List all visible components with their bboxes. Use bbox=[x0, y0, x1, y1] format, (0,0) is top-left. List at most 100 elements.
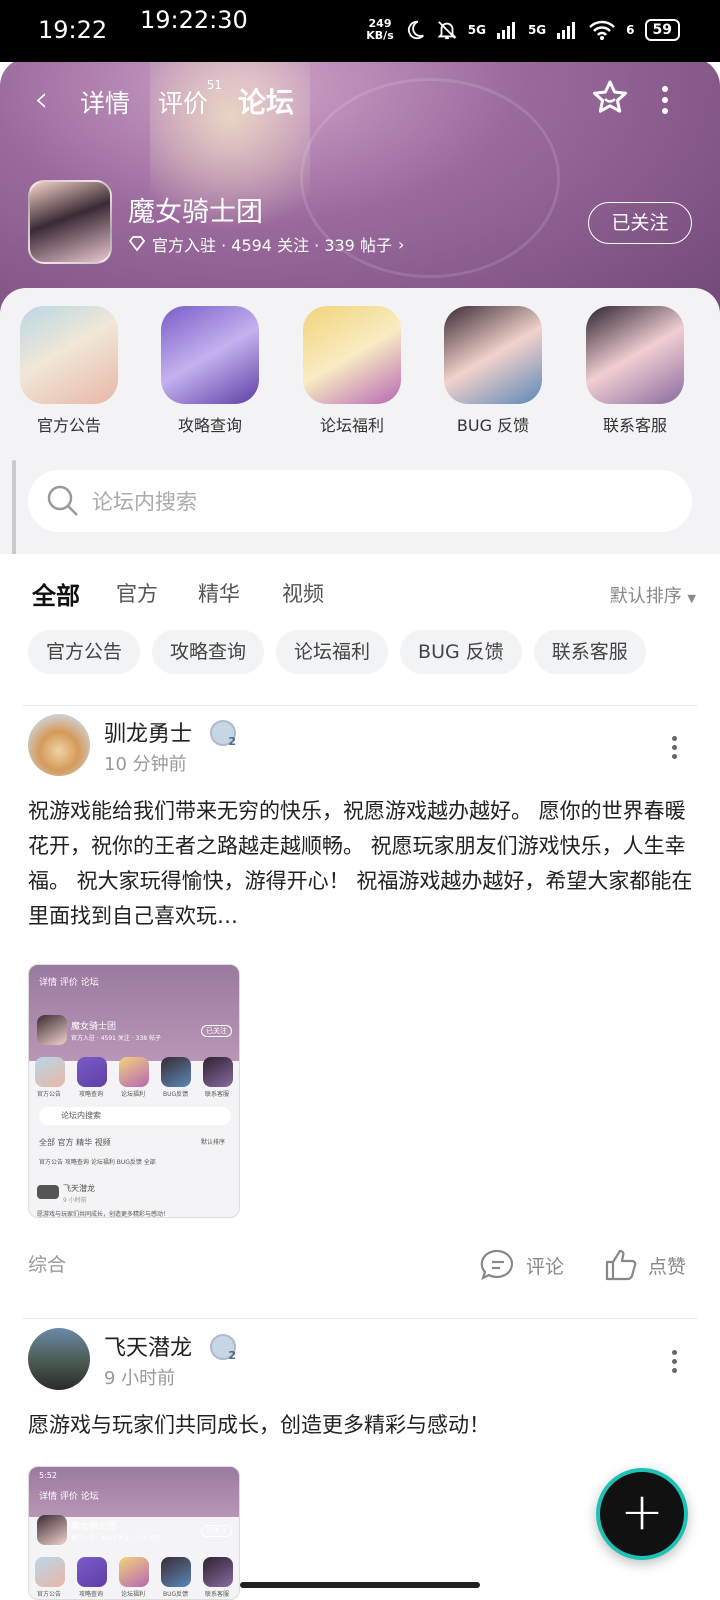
filter-tab-featured[interactable]: 精华 bbox=[198, 578, 240, 608]
thumb-ftabs: 全部 官方 精华 视频 bbox=[39, 1138, 111, 1147]
category-avatar bbox=[161, 306, 259, 404]
category-bug-report[interactable]: BUG 反馈 bbox=[438, 306, 548, 436]
post-list-area: 全部 官方 精华 视频 默认排序 ▼ 官方公告 攻略查询 论坛福利 BUG 反馈… bbox=[0, 554, 720, 1600]
thumb-cat-label: 联系客服 bbox=[205, 1591, 230, 1598]
divider bbox=[22, 1318, 698, 1319]
thumb-user: 飞天潜龙 bbox=[63, 1184, 95, 1193]
chip-customer-service[interactable]: 联系客服 bbox=[533, 630, 646, 674]
thumb-time: 9 小时前 bbox=[63, 1197, 87, 1204]
forum-search-input[interactable]: 论坛内搜索 bbox=[28, 470, 692, 532]
category-avatar bbox=[586, 306, 684, 404]
plus-icon: + bbox=[620, 1482, 664, 1542]
category-official-notice[interactable]: 官方公告 bbox=[14, 306, 124, 436]
reviews-count-badge: 51 bbox=[206, 78, 223, 92]
thumb-cat-icon bbox=[77, 1057, 107, 1087]
moon-icon bbox=[407, 20, 424, 40]
status-clock-overlay: 19:22:30 bbox=[140, 6, 248, 34]
status-bar: 19:22 19:22:30 249 KB/s 5G 5G 6 59 bbox=[0, 0, 720, 62]
category-avatar bbox=[303, 306, 401, 404]
divider bbox=[22, 705, 698, 706]
create-post-button[interactable]: + bbox=[596, 1468, 688, 1560]
chip-welfare[interactable]: 论坛福利 bbox=[276, 630, 389, 674]
category-label: 攻略查询 bbox=[177, 416, 242, 435]
signal-1-label: 5G bbox=[467, 23, 486, 37]
thumb-text: 愿游戏与玩家们共同成长，创造更多精彩与感动！ bbox=[37, 1211, 170, 1218]
top-nav: ‹ 详情 评价 51 论坛 bbox=[0, 76, 720, 127]
thumb-game-icon bbox=[37, 1015, 67, 1045]
sort-dropdown[interactable]: 默认排序 ▼ bbox=[610, 582, 696, 608]
post-username[interactable]: 飞天潜龙 bbox=[104, 1330, 192, 1362]
thumb-title: 魔女骑士团 bbox=[71, 1522, 117, 1532]
category-shortcuts: 官方公告 攻略查询 论坛福利 BUG 反馈 联系客服 bbox=[0, 306, 720, 436]
chip-strategy[interactable]: 攻略查询 bbox=[152, 630, 265, 674]
post-tag[interactable]: 综合 bbox=[28, 1250, 66, 1277]
status-icons: 249 KB/s 5G 5G 6 59 bbox=[366, 18, 680, 42]
category-label: BUG 反馈 bbox=[456, 416, 530, 435]
tab-details[interactable]: 详情 bbox=[80, 84, 130, 120]
category-strategy[interactable]: 攻略查询 bbox=[155, 306, 265, 436]
post-body[interactable]: 祝游戏能给我们带来无穷的快乐，祝愿游戏越办越好。 愿你的世界春暖花开，祝你的王者… bbox=[28, 794, 694, 934]
signal-bars-icon bbox=[496, 22, 515, 39]
filter-tab-all[interactable]: 全部 bbox=[32, 576, 80, 615]
avatar[interactable] bbox=[28, 714, 90, 776]
thumb-cat-label: 联系客服 bbox=[205, 1091, 230, 1098]
chip-official-notice[interactable]: 官方公告 bbox=[28, 630, 141, 674]
post-time: 10 分钟前 bbox=[104, 754, 187, 775]
post-username[interactable]: 驯龙勇士 bbox=[104, 716, 192, 748]
chip-bug-report[interactable]: BUG 反馈 bbox=[400, 630, 522, 674]
thumb-cat-label: BUG反馈 bbox=[163, 1591, 189, 1598]
thumb-cat-icon bbox=[35, 1057, 65, 1087]
post-more-icon[interactable] bbox=[672, 736, 678, 763]
wifi-sub-label: 6 bbox=[626, 23, 635, 37]
game-info: 魔女骑士团 官方入驻 · 4594 关注 · 339 帖子 › 已关注 bbox=[28, 180, 692, 264]
thumb-meta: 官方入驻 · 4562 关注 · 334 帖子 bbox=[71, 1535, 161, 1542]
tab-reviews[interactable]: 评价 51 bbox=[158, 78, 222, 120]
post-time: 9 小时前 bbox=[104, 1368, 176, 1389]
avatar[interactable] bbox=[28, 1328, 90, 1390]
thumb-chips: 官方公告 攻略查询 论坛福利 BUG反馈 全部 bbox=[39, 1159, 156, 1166]
thumb-search: 论坛内搜索 bbox=[39, 1107, 231, 1125]
caret-down-icon: ▼ bbox=[687, 592, 696, 605]
net-speed: 249 KB/s bbox=[366, 17, 394, 42]
thumb-cat-icon bbox=[203, 1057, 233, 1087]
post-more-icon[interactable] bbox=[672, 1350, 678, 1377]
signal-bars-icon bbox=[557, 22, 576, 39]
post-image[interactable]: 5:52 详情 评价 论坛 魔女骑士团 官方入驻 · 4562 关注 · 334… bbox=[28, 1466, 240, 1600]
more-options-icon[interactable] bbox=[662, 86, 670, 114]
thumb-meta: 官方入驻 · 4591 关注 · 338 帖子 bbox=[71, 1035, 161, 1042]
game-meta[interactable]: 官方入驻 · 4594 关注 · 339 帖子 › bbox=[128, 232, 404, 256]
filter-tab-official[interactable]: 官方 bbox=[116, 578, 158, 608]
post-image[interactable]: 详情 评价 论坛 魔女骑士团 官方入驻 · 4591 关注 · 338 帖子 已… bbox=[28, 964, 240, 1218]
signal-2-label: 5G bbox=[527, 23, 547, 37]
category-avatar bbox=[444, 306, 542, 404]
category-welfare[interactable]: 论坛福利 bbox=[297, 306, 407, 436]
thumb-cat-icon bbox=[35, 1557, 65, 1587]
post-footer: 综合 评论 点赞 bbox=[0, 1244, 720, 1284]
comment-button[interactable]: 评论 bbox=[480, 1248, 564, 1282]
game-meta-text: 官方入驻 · 4594 关注 · 339 帖子 bbox=[152, 236, 392, 255]
thumb-cat-label: 论坛福利 bbox=[121, 1091, 146, 1098]
thumb-cat-icon bbox=[161, 1557, 191, 1587]
thumb-cat-label: 官方公告 bbox=[37, 1591, 62, 1598]
thumb-cat-icon bbox=[77, 1557, 107, 1587]
back-icon[interactable]: ‹ bbox=[34, 80, 48, 120]
home-indicator[interactable] bbox=[240, 1582, 480, 1588]
bell-off-icon bbox=[437, 21, 457, 40]
post-body[interactable]: 愿游戏与玩家们共同成长，创造更多精彩与感动！ bbox=[28, 1408, 694, 1443]
tab-forum[interactable]: 论坛 bbox=[238, 81, 297, 127]
thumb-cat-icon bbox=[119, 1557, 149, 1587]
thumb-cat-icon bbox=[161, 1057, 191, 1087]
category-customer-service[interactable]: 联系客服 bbox=[580, 306, 690, 436]
wifi-icon bbox=[589, 20, 616, 40]
thumb-cat-label: 攻略查询 bbox=[79, 1091, 104, 1098]
game-icon[interactable] bbox=[28, 180, 112, 264]
follow-button[interactable]: 已关注 bbox=[588, 202, 692, 244]
thumb-game-icon bbox=[37, 1515, 67, 1545]
chevron-right-icon: › bbox=[397, 234, 405, 254]
favorite-star-icon[interactable] bbox=[590, 78, 630, 118]
thumb-cat-label: 攻略查询 bbox=[79, 1591, 104, 1598]
like-button[interactable]: 点赞 bbox=[604, 1248, 686, 1282]
battery-indicator: 59 bbox=[644, 19, 680, 41]
thumb-sort: 默认排序 bbox=[201, 1139, 226, 1146]
filter-tab-video[interactable]: 视频 bbox=[282, 578, 324, 608]
